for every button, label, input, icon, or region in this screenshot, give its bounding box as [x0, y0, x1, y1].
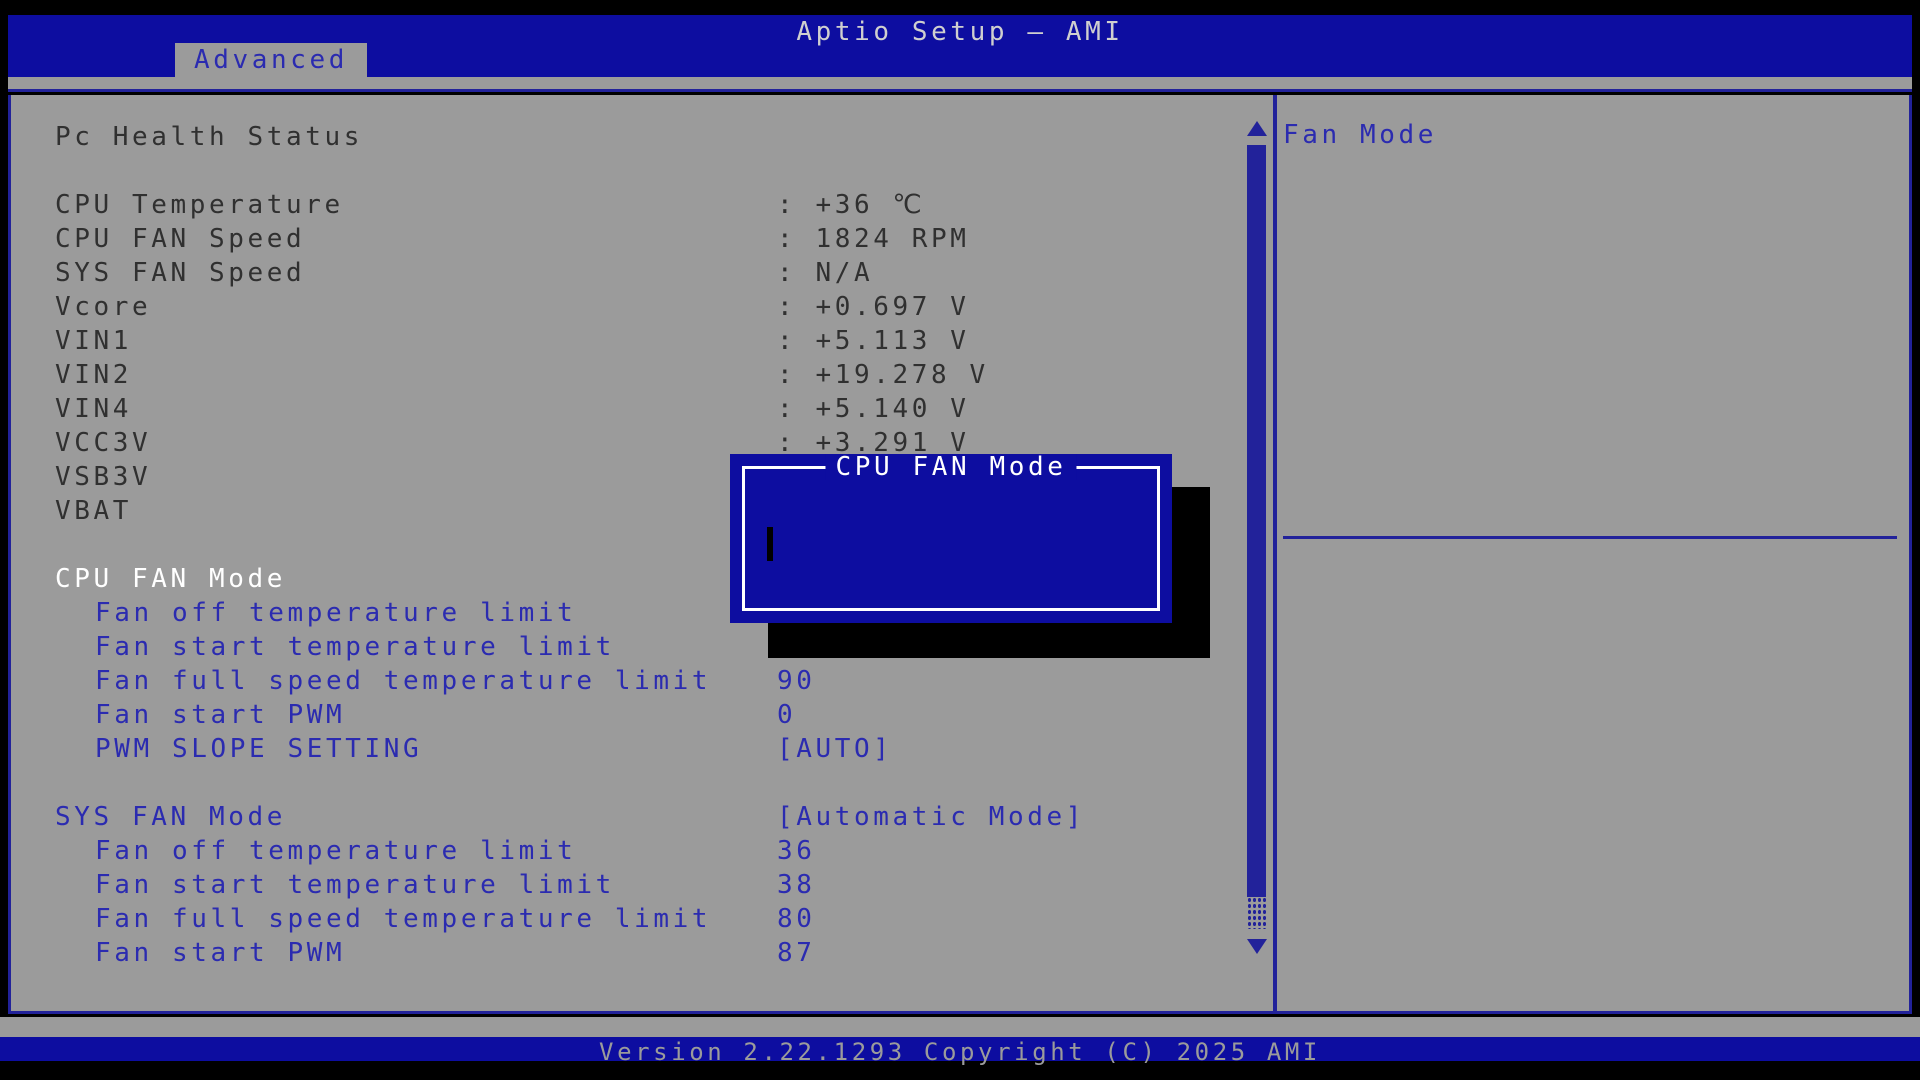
row-value: 38	[777, 868, 816, 902]
row-value: 36	[777, 834, 816, 868]
row-label: SYS FAN Speed	[55, 258, 305, 288]
row-label: VBAT	[55, 496, 132, 526]
menu-row: CPU Temperature : +36 ℃	[11, 188, 1266, 222]
menu-row: Vcore : +0.697 V	[11, 290, 1266, 324]
row-label: VIN4	[55, 394, 132, 424]
menu-row: SYS FAN Speed : N/A	[11, 256, 1266, 290]
popup-options	[767, 493, 773, 595]
row-label: VCC3V	[55, 428, 151, 458]
menu-row: VIN4 : +5.140 V	[11, 392, 1266, 426]
row-label: VSB3V	[55, 462, 151, 492]
row-label: Fan full speed temperature limit	[95, 904, 711, 934]
row-label: Fan off temperature limit	[95, 598, 576, 628]
menu-row: Pc Health Status	[11, 120, 1266, 154]
scroll-up-icon[interactable]	[1247, 121, 1267, 136]
row-label: Fan start temperature limit	[95, 870, 615, 900]
row-value: 87	[777, 936, 816, 970]
row-value: : +0.697 V	[777, 290, 970, 324]
row-value: 90	[777, 664, 816, 698]
scrollbar-track[interactable]	[1247, 897, 1266, 929]
help-title: Fan Mode	[1283, 120, 1437, 150]
row-label: VIN2	[55, 360, 132, 390]
popup-option[interactable]	[767, 561, 773, 595]
menu-row[interactable]: PWM SLOPE SETTING [AUTO]	[11, 732, 1266, 766]
row-value: : +5.113 V	[777, 324, 970, 358]
row-value: [Automatic Mode]	[777, 800, 1085, 834]
popup-title: CPU FAN Mode	[825, 454, 1076, 480]
popup-option[interactable]	[767, 493, 773, 527]
menu-row[interactable]: Fan start PWM 87	[11, 936, 1266, 970]
bios-screen: Aptio Setup – AMI Advanced Pc Health Sta…	[0, 0, 1920, 1080]
menu-row: VIN1 : +5.113 V	[11, 324, 1266, 358]
row-value: : N/A	[777, 256, 873, 290]
row-value: [AUTO]	[777, 732, 893, 766]
menu-row[interactable]: Fan off temperature limit 36	[11, 834, 1266, 868]
help-divider	[1283, 536, 1897, 539]
menu-row[interactable]: Fan start PWM 0	[11, 698, 1266, 732]
menu-row[interactable]: Fan start temperature limit 38	[11, 868, 1266, 902]
bottom-strip	[0, 1017, 1920, 1037]
row-label: CPU FAN Mode	[55, 564, 286, 594]
scroll-down-icon[interactable]	[1247, 939, 1267, 954]
row-label: Fan full speed temperature limit	[95, 666, 711, 696]
row-label: CPU FAN Speed	[55, 224, 305, 254]
version-bar: Version 2.22.1293 Copyright (C) 2025 AMI	[0, 1037, 1920, 1061]
menu-row[interactable]: SYS FAN Mode [Automatic Mode]	[11, 800, 1266, 834]
row-label: Fan start PWM	[95, 700, 345, 730]
row-value: 0	[777, 698, 796, 732]
version-text: Version 2.22.1293 Copyright (C) 2025 AMI	[599, 1038, 1321, 1066]
help-panel: Fan Mode	[1277, 95, 1909, 1011]
row-label: Fan start PWM	[95, 938, 345, 968]
popup-border	[742, 466, 1160, 611]
popup-option[interactable]	[767, 527, 773, 561]
row-value: : +36 ℃	[777, 188, 925, 222]
menu-row: VIN2 : +19.278 V	[11, 358, 1266, 392]
row-value: : +5.140 V	[777, 392, 970, 426]
row-label: Fan off temperature limit	[95, 836, 576, 866]
row-value: : +19.278 V	[777, 358, 989, 392]
menu-row[interactable]: Fan full speed temperature limit 90	[11, 664, 1266, 698]
menu-row[interactable]: Fan full speed temperature limit 80	[11, 902, 1266, 936]
row-value: : 1824 RPM	[777, 222, 970, 256]
row-label: VIN1	[55, 326, 132, 356]
row-label: SYS FAN Mode	[55, 802, 286, 832]
row-value: 80	[777, 902, 816, 936]
cpu-fan-mode-popup: CPU FAN Mode	[730, 454, 1172, 623]
scrollbar-thumb[interactable]	[1247, 145, 1266, 897]
row-label: PWM SLOPE SETTING	[95, 734, 422, 764]
row-label: CPU Temperature	[55, 190, 344, 220]
title-bar: Aptio Setup – AMI Advanced	[8, 15, 1912, 77]
row-label: Fan start temperature limit	[95, 632, 615, 662]
row-label: Vcore	[55, 292, 151, 322]
row-label: Pc Health Status	[55, 122, 363, 152]
tab-strip	[8, 77, 1912, 92]
tab-advanced[interactable]: Advanced	[175, 43, 367, 77]
menu-row: CPU FAN Speed : 1824 RPM	[11, 222, 1266, 256]
